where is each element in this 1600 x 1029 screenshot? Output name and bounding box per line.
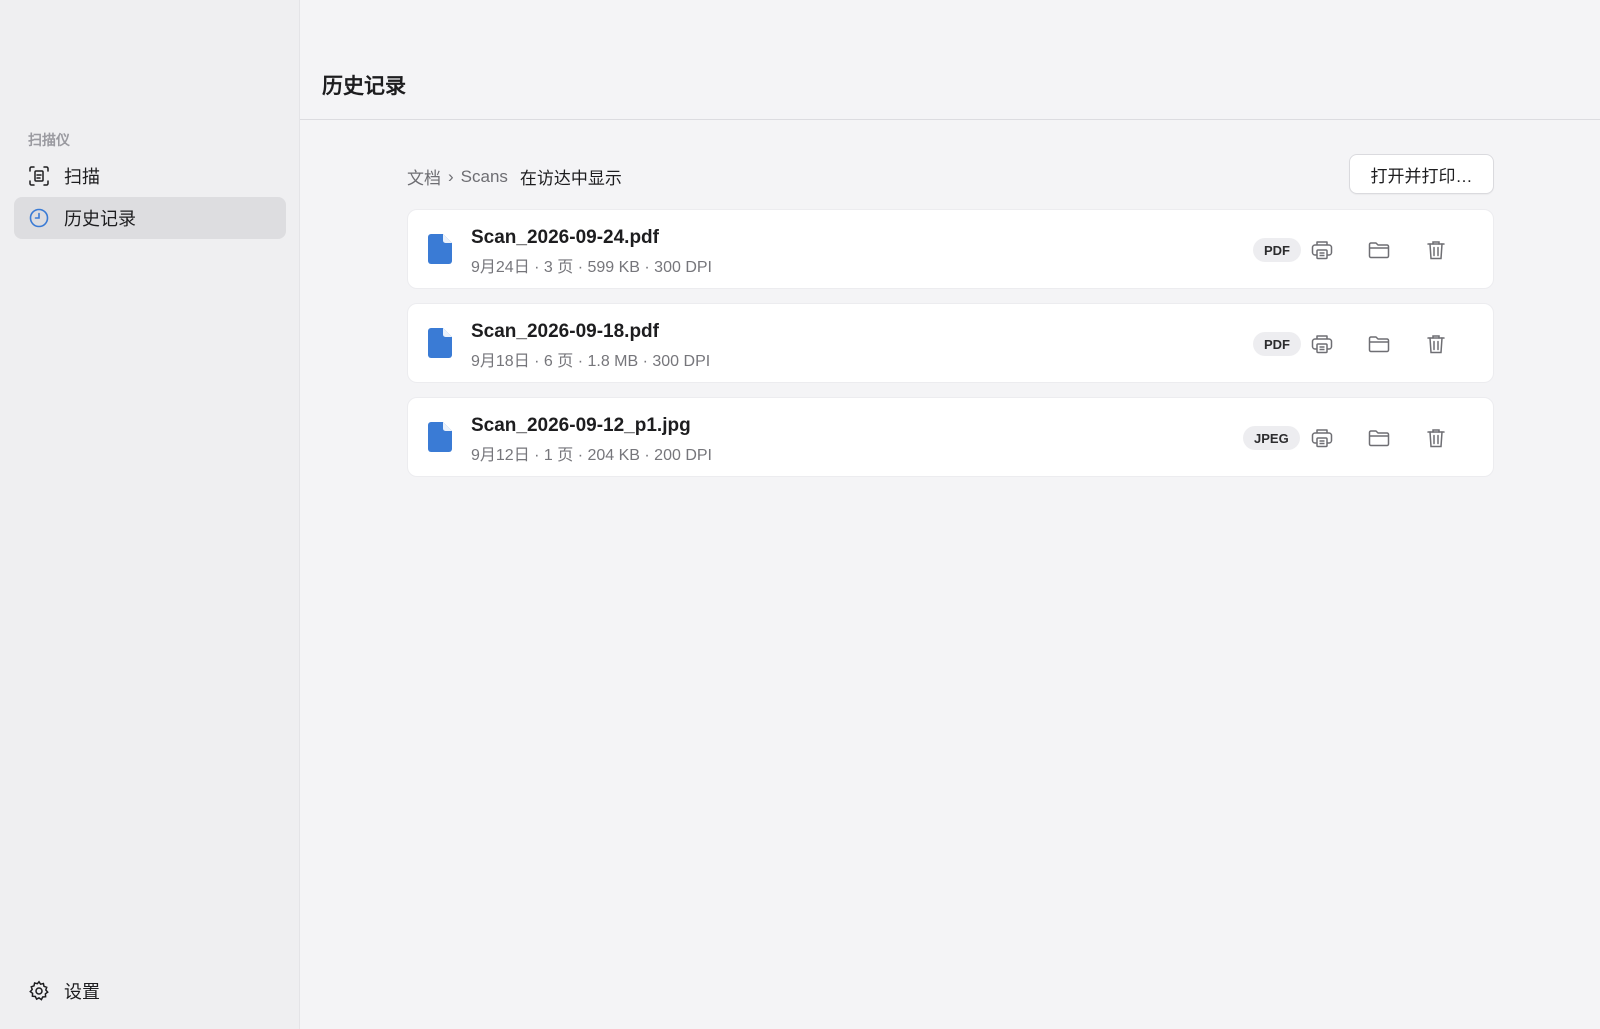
printer-icon xyxy=(1311,335,1333,354)
trash-icon xyxy=(1427,241,1445,260)
print-button[interactable] xyxy=(1308,330,1336,358)
breadcrumb: 文档 › Scans 在访达中显示 xyxy=(407,164,622,189)
document-icon xyxy=(428,234,452,264)
file-meta: 9月18日 · 6 页 · 1.8 MB · 300 DPI xyxy=(471,353,711,370)
sidebar-item-settings[interactable]: 设置 xyxy=(14,969,286,1013)
delete-button[interactable] xyxy=(1422,236,1450,264)
file-row[interactable]: Scan_2026-09-24.pdf 9月24日 · 3 页 · 599 KB… xyxy=(407,209,1494,289)
printer-icon xyxy=(1311,429,1333,448)
document-icon xyxy=(428,422,452,452)
print-button[interactable] xyxy=(1308,236,1336,264)
sidebar-item-label: 历史记录 xyxy=(64,209,136,229)
file-row[interactable]: Scan_2026-09-12_p1.jpg 9月12日 · 1 页 · 204… xyxy=(407,397,1494,477)
trash-icon xyxy=(1427,429,1445,448)
sidebar: 扫描仪 扫描 历史记录 设置 xyxy=(0,0,300,1029)
delete-button[interactable] xyxy=(1422,424,1450,452)
sidebar-item-label: 设置 xyxy=(64,982,100,1002)
sidebar-item-history[interactable]: 历史记录 xyxy=(14,197,286,239)
document-scan-icon xyxy=(28,165,50,187)
app-window: 扫描仪 扫描 历史记录 设置 历史记录 文档 › Scans 在访达中显示 打开… xyxy=(0,0,1600,1029)
breadcrumb-separator: › xyxy=(448,166,454,186)
file-name: Scan_2026-09-12_p1.jpg xyxy=(471,415,691,436)
file-meta: 9月12日 · 1 页 · 204 KB · 200 DPI xyxy=(471,447,712,464)
open-and-print-button[interactable]: 打开并打印… xyxy=(1349,154,1494,194)
delete-button[interactable] xyxy=(1422,330,1450,358)
reveal-in-finder-link[interactable]: 在访达中显示 xyxy=(520,164,622,189)
toolbar: 历史记录 xyxy=(300,0,1600,120)
page-title: 历史记录 xyxy=(322,75,406,98)
sidebar-item-label: 扫描 xyxy=(64,167,100,187)
show-in-folder-button[interactable] xyxy=(1365,330,1393,358)
sidebar-item-scan[interactable]: 扫描 xyxy=(14,155,286,197)
file-type-badge: PDF xyxy=(1253,332,1301,356)
show-in-folder-button[interactable] xyxy=(1365,424,1393,452)
folder-icon xyxy=(1368,336,1390,353)
print-button[interactable] xyxy=(1308,424,1336,452)
show-in-folder-button[interactable] xyxy=(1365,236,1393,264)
file-name: Scan_2026-09-24.pdf xyxy=(471,227,659,248)
printer-icon xyxy=(1311,241,1333,260)
file-meta: 9月24日 · 3 页 · 599 KB · 300 DPI xyxy=(471,259,712,276)
file-name: Scan_2026-09-18.pdf xyxy=(471,321,659,342)
main-content: 历史记录 文档 › Scans 在访达中显示 打开并打印… Scan_2026-… xyxy=(300,0,1600,1029)
trash-icon xyxy=(1427,335,1445,354)
file-type-badge: PDF xyxy=(1253,238,1301,262)
breadcrumb-root[interactable]: 文档 xyxy=(407,164,441,189)
folder-icon xyxy=(1368,242,1390,259)
folder-icon xyxy=(1368,430,1390,447)
clock-icon xyxy=(28,207,50,229)
breadcrumb-folder[interactable]: Scans xyxy=(461,167,508,187)
gear-icon xyxy=(28,980,50,1002)
file-row[interactable]: Scan_2026-09-18.pdf 9月18日 · 6 页 · 1.8 MB… xyxy=(407,303,1494,383)
document-icon xyxy=(428,328,452,358)
file-type-badge: JPEG xyxy=(1243,426,1300,450)
sidebar-section-title: 扫描仪 xyxy=(28,132,70,148)
